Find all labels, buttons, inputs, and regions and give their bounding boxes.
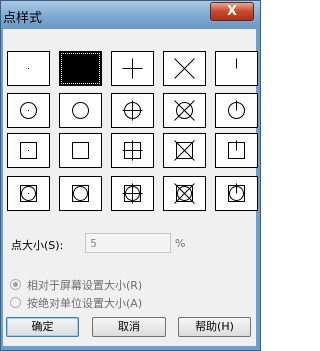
plus-symbol-icon	[122, 58, 143, 79]
square-mark	[72, 185, 89, 202]
dot-mark	[28, 110, 29, 111]
square-tick-symbol-icon	[228, 140, 245, 159]
square-circle-tick-symbol-icon	[228, 183, 245, 202]
cross-symbol-icon	[174, 58, 195, 79]
point-style-plus[interactable]	[111, 51, 154, 86]
circle-tick-symbol-icon	[228, 100, 245, 119]
point-style-square-circle-plus[interactable]	[111, 176, 154, 211]
point-size-input[interactable]	[85, 233, 171, 253]
point-style-circle-plus[interactable]	[111, 93, 154, 128]
dot-mark	[28, 68, 29, 69]
point-style-square-plus[interactable]	[111, 133, 154, 168]
point-style-circle-cross[interactable]	[163, 93, 206, 128]
cancel-button[interactable]: 取消	[92, 317, 166, 337]
size-absolute-label: 按绝对单位设置大小(A)	[27, 297, 143, 310]
size-relative-radio[interactable]	[10, 279, 21, 290]
point-style-square-circle[interactable]	[59, 176, 102, 211]
dot-symbol-icon	[28, 68, 29, 69]
point-style-square-dot[interactable]	[7, 133, 50, 168]
square-mark	[72, 142, 89, 159]
ok-button[interactable]: 确定	[6, 317, 79, 337]
point-style-square-circle-tick[interactable]	[215, 176, 258, 211]
point-style-square-cross[interactable]	[163, 133, 206, 168]
point-style-tick[interactable]	[215, 51, 258, 86]
point-style-dot[interactable]	[7, 51, 50, 86]
circle-cross-symbol-icon	[174, 100, 195, 121]
title-bar[interactable]: 点样式 X	[1, 1, 260, 29]
help-button[interactable]: 帮助(H)	[178, 317, 251, 337]
circle-mark	[72, 102, 89, 119]
size-absolute-radio[interactable]	[10, 297, 21, 308]
point-style-circle-dot[interactable]	[7, 93, 50, 128]
square-plus-symbol-icon	[122, 140, 143, 161]
circle-mark	[73, 186, 88, 201]
point-style-dialog: 点样式 X 点大小(S): % 相对于屏幕设置大小(R) 按绝对单位设置大小(A…	[0, 0, 261, 351]
point-style-none[interactable]	[59, 51, 102, 86]
square-circle-plus-symbol-icon	[122, 183, 143, 204]
point-size-label: 点大小(S):	[11, 239, 64, 252]
point-style-square-circle-cross[interactable]	[163, 176, 206, 211]
square-circle-dot-symbol-icon	[20, 185, 37, 202]
point-style-square-circle-dot[interactable]	[7, 176, 50, 211]
size-relative-label: 相对于屏幕设置大小(R)	[27, 279, 143, 292]
dot-mark	[28, 193, 29, 194]
point-style-circle-tick[interactable]	[215, 93, 258, 128]
dialog-client-area: 点大小(S): % 相对于屏幕设置大小(R) 按绝对单位设置大小(A) 确定 取…	[3, 29, 258, 346]
square-cross-symbol-icon	[174, 140, 195, 161]
square-circle-symbol-icon	[72, 185, 89, 202]
square-circle-cross-symbol-icon	[174, 183, 195, 204]
point-style-cross[interactable]	[163, 51, 206, 86]
square-dot-symbol-icon	[20, 142, 37, 159]
circle-plus-symbol-icon	[122, 100, 143, 121]
point-style-square-tick[interactable]	[215, 133, 258, 168]
point-style-square[interactable]	[59, 133, 102, 168]
close-button[interactable]: X	[210, 2, 254, 21]
window-title: 点样式	[3, 11, 43, 26]
tick-symbol-icon	[236, 58, 237, 69]
dot-mark	[28, 150, 29, 151]
point-size-unit: %	[175, 237, 186, 250]
square-symbol-icon	[72, 142, 89, 159]
circle-symbol-icon	[72, 102, 89, 119]
point-style-circle[interactable]	[59, 93, 102, 128]
circle-dot-symbol-icon	[20, 102, 37, 119]
